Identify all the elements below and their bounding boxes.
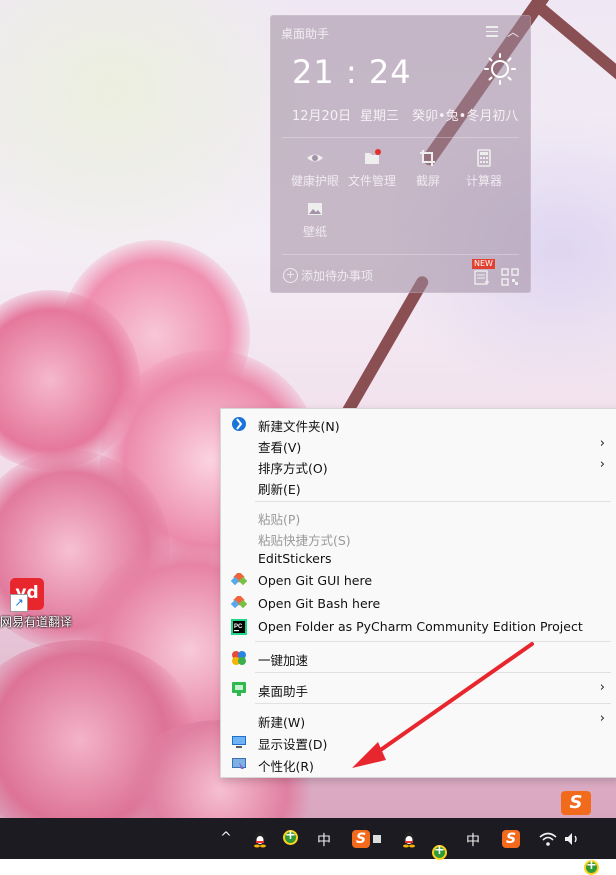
- widget-lunar-date: 癸卯•兔•冬月初八: [412, 109, 519, 124]
- menu-separator: [255, 501, 611, 502]
- menu-item-label: EditStickers: [258, 551, 332, 566]
- tool-label: 文件管理: [347, 174, 396, 188]
- git-icon: [231, 596, 247, 609]
- menu-item-label: 粘贴(P): [258, 512, 301, 527]
- tool-file-manager[interactable]: 文件管理: [344, 149, 400, 189]
- menu-item-label: Open Folder as PyCharm Community Edition…: [258, 619, 583, 634]
- new-badge: NEW: [472, 259, 495, 269]
- menu-item-git-gui[interactable]: Open Git GUI here: [221, 570, 616, 592]
- menu-item-label: 排序方式(O): [258, 461, 328, 476]
- menu-item-new[interactable]: 新建(W) ›: [221, 709, 616, 731]
- menu-item-refresh[interactable]: 刷新(E): [221, 476, 616, 498]
- menu-item-pycharm[interactable]: PC Open Folder as PyCharm Community Edit…: [221, 616, 616, 638]
- menu-item-label: 粘贴快捷方式(S): [258, 533, 351, 548]
- menu-item-new-folder[interactable]: 新建文件夹(N): [221, 413, 616, 435]
- accelerate-icon: [232, 651, 246, 665]
- desktop-helper-icon: [232, 682, 246, 696]
- volume-icon[interactable]: [563, 830, 581, 848]
- menu-item-label: Open Git GUI here: [258, 573, 373, 588]
- sogou-tray-icon[interactable]: S: [502, 830, 520, 848]
- menu-separator: [255, 672, 611, 673]
- chevron-right-icon: ›: [599, 436, 605, 451]
- menu-item-editstickers[interactable]: EditStickers: [221, 548, 616, 570]
- qq-icon[interactable]: [400, 830, 418, 848]
- svg-text:PC: PC: [234, 624, 243, 630]
- menu-item-label: 查看(V): [258, 440, 302, 455]
- wifi-icon[interactable]: [539, 830, 557, 848]
- widget-divider: [282, 137, 519, 138]
- menu-item-label: 桌面助手: [258, 684, 309, 699]
- menu-item-label: Open Git Bash here: [258, 596, 381, 611]
- tool-screenshot[interactable]: 截屏: [400, 149, 456, 189]
- display-settings-icon: [232, 736, 246, 748]
- tool-label: 壁纸: [302, 225, 327, 239]
- widget-title: 桌面助手: [281, 27, 330, 41]
- calculator-icon: [477, 149, 491, 167]
- ime-language-indicator[interactable]: 中: [465, 830, 481, 849]
- tool-label: 截屏: [415, 174, 440, 188]
- new-folder-icon: [232, 417, 246, 431]
- menu-item-paste: 粘贴(P): [221, 506, 616, 528]
- widget-divider: [282, 254, 519, 255]
- menu-item-label: 刷新(E): [258, 482, 301, 497]
- image-icon: [308, 203, 322, 215]
- keyboard-tray-icon[interactable]: [372, 830, 382, 848]
- menu-item-label: 一键加速: [258, 653, 309, 668]
- widget-date: 12月20日: [292, 109, 352, 124]
- menu-item-label: 个性化(R): [258, 759, 314, 774]
- menu-separator: [255, 703, 611, 704]
- add-todo-button[interactable]: + 添加待办事项: [283, 267, 373, 284]
- plus-icon: +: [283, 268, 298, 283]
- personalize-icon: [232, 758, 246, 769]
- sogou-tray-icon[interactable]: S: [352, 830, 370, 848]
- chevron-right-icon: ›: [599, 457, 605, 472]
- accelerator-tray-icon[interactable]: [584, 858, 599, 875]
- menu-item-personalize[interactable]: 个性化(R): [221, 753, 616, 775]
- tool-calculator[interactable]: 计算器: [456, 149, 512, 189]
- menu-item-desktop-helper[interactable]: 桌面助手 ›: [221, 678, 616, 700]
- qrcode-icon[interactable]: [501, 268, 519, 286]
- tool-wallpaper[interactable]: 壁纸: [287, 200, 343, 240]
- menu-item-sort[interactable]: 排序方式(O) ›: [221, 455, 616, 477]
- crop-icon: [420, 150, 435, 166]
- shortcut-label: 网易有道翻译: [0, 615, 73, 629]
- ime-language-indicator[interactable]: 中: [316, 830, 332, 849]
- tool-label: 健康护眼: [290, 174, 339, 188]
- shortcut-arrow-icon: ↗: [10, 594, 28, 612]
- menu-item-git-bash[interactable]: Open Git Bash here: [221, 593, 616, 615]
- menu-item-view[interactable]: 查看(V) ›: [221, 434, 616, 456]
- pycharm-icon: PC: [231, 619, 247, 635]
- git-icon: [231, 573, 247, 586]
- menu-item-label: 显示设置(D): [258, 737, 328, 752]
- widget-clock: 21 : 24: [292, 53, 412, 91]
- qq-icon[interactable]: [251, 830, 269, 848]
- menu-icon[interactable]: [486, 26, 498, 37]
- chevron-right-icon: ›: [599, 711, 605, 726]
- desktop-helper-widget: 桌面助手 ︿ 21 : 24 12月20日 星期三 癸卯•兔•冬月初八 健康护眼…: [270, 15, 531, 293]
- menu-item-label: 新建(W): [258, 715, 306, 730]
- taskbar: ^ 中 S 中 S: [0, 818, 616, 875]
- tool-eye-care[interactable]: 健康护眼: [287, 149, 343, 189]
- chevron-up-icon[interactable]: ^: [218, 830, 234, 848]
- menu-separator: [255, 641, 611, 642]
- sun-icon: [484, 53, 516, 85]
- wallpaper-branch: [532, 0, 616, 87]
- chevron-right-icon: ›: [599, 680, 605, 695]
- folder-icon: [365, 149, 381, 164]
- widget-weekday: 星期三: [360, 109, 400, 124]
- accelerator-tray-icon[interactable]: [283, 828, 298, 845]
- accelerator-tray-icon[interactable]: [432, 843, 447, 860]
- menu-item-one-click-accelerate[interactable]: 一键加速: [221, 647, 616, 669]
- chevron-up-icon[interactable]: ︿: [507, 23, 519, 40]
- sogou-ime-float-icon[interactable]: S: [561, 791, 591, 815]
- menu-item-paste-shortcut: 粘贴快捷方式(S): [221, 527, 616, 549]
- eye-icon: [307, 154, 323, 162]
- add-todo-label: 添加待办事项: [301, 269, 374, 283]
- todo-list-icon[interactable]: [474, 270, 490, 286]
- menu-item-label: 新建文件夹(N): [258, 419, 340, 434]
- desktop-context-menu: 新建文件夹(N) 查看(V) › 排序方式(O) › 刷新(E) 粘贴(P) 粘…: [220, 408, 616, 778]
- tool-label: 计算器: [465, 174, 502, 188]
- menu-item-display-settings[interactable]: 显示设置(D): [221, 731, 616, 753]
